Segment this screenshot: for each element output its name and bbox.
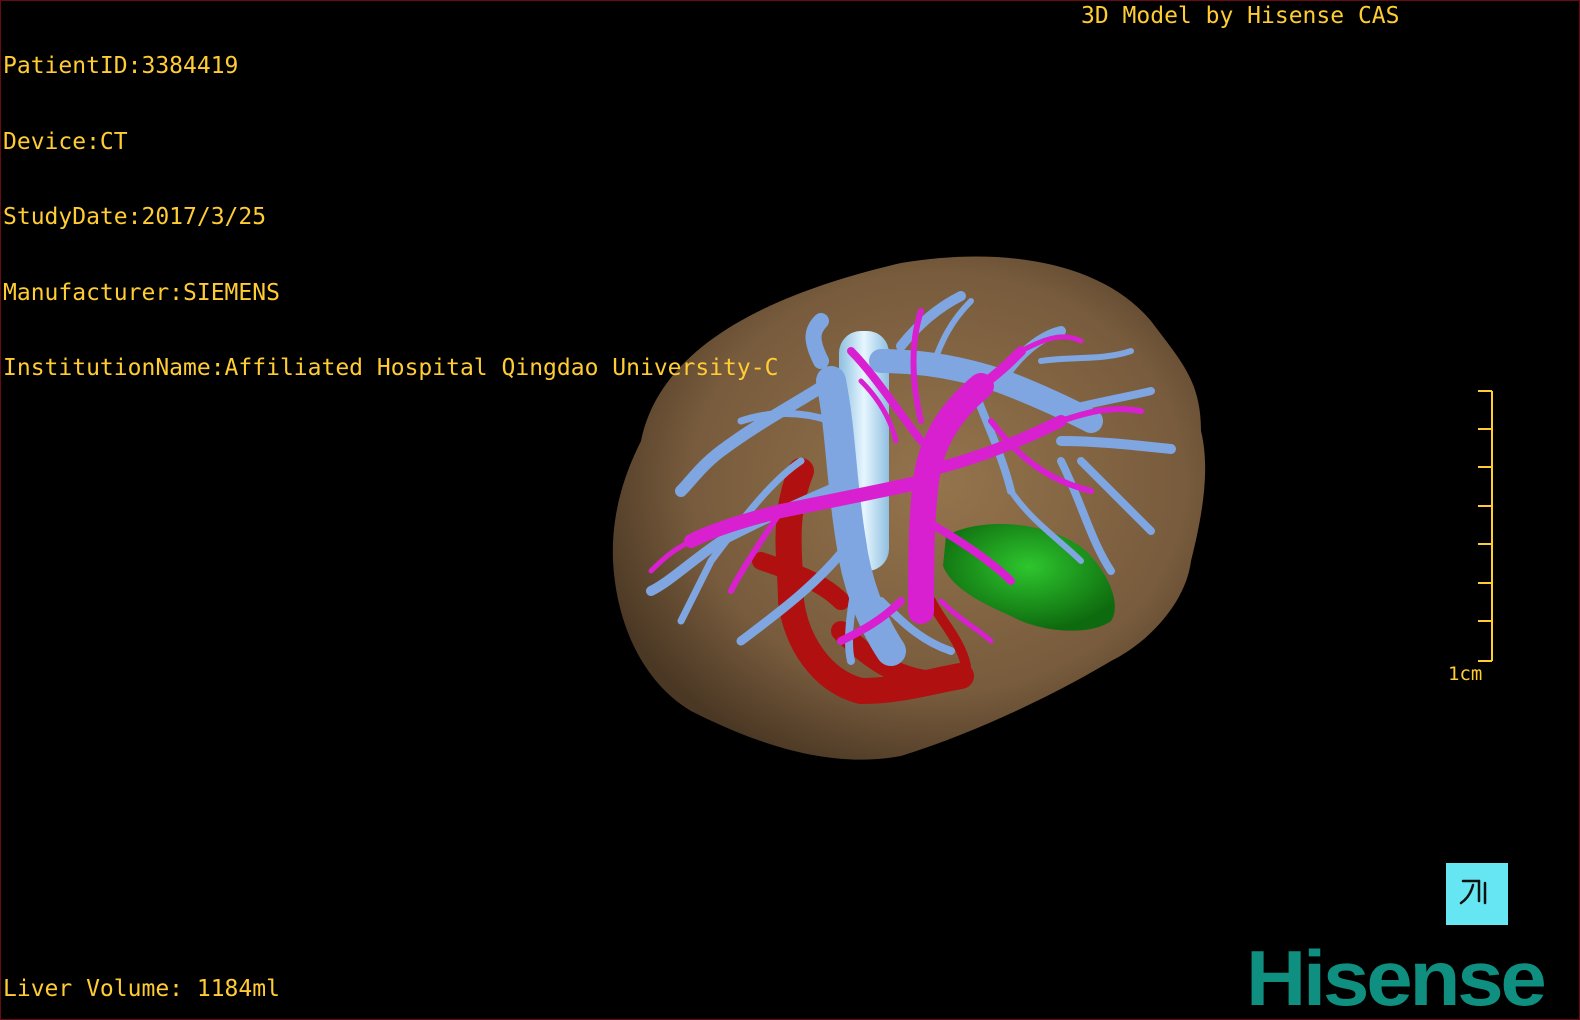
patient-info-overlay: PatientID:3384419 Device:CT StudyDate:20… <box>3 4 778 432</box>
camera-reset-button[interactable] <box>1446 863 1508 925</box>
3d-viewport[interactable]: PatientID:3384419 Device:CT StudyDate:20… <box>0 0 1580 1020</box>
model-credit: 3D Model by Hisense CAS <box>1081 3 1400 29</box>
scale-bar-label: 1cm <box>1448 663 1483 685</box>
manufacturer: Manufacturer:SIEMENS <box>3 279 280 306</box>
liver-volume: Liver Volume: 1184ml <box>3 976 280 1002</box>
patient-id: PatientID:3384419 <box>3 53 239 79</box>
camera-reset-icon <box>1459 877 1495 911</box>
study-date: StudyDate:2017/3/25 <box>3 204 267 230</box>
hisense-logo: Hisense <box>1246 934 1547 1020</box>
scale-bar <box>1478 390 1493 662</box>
institution-name: InstitutionName:Affiliated Hospital Qing… <box>3 355 779 381</box>
device: Device:CT <box>3 128 128 155</box>
